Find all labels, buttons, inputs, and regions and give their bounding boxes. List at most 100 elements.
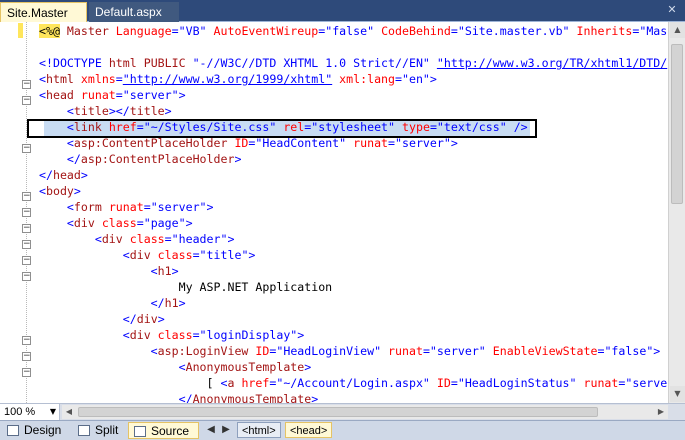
- code-token: xml:lang: [339, 72, 396, 86]
- breadcrumb-head[interactable]: <head>: [285, 422, 332, 438]
- scroll-down-icon[interactable]: ▼: [670, 386, 685, 402]
- source-view-button[interactable]: Source: [128, 422, 199, 439]
- code-token: ID: [234, 136, 249, 150]
- code-token: >: [171, 264, 179, 278]
- horizontal-scrollbar[interactable]: ◀ ▶: [62, 405, 668, 419]
- code-line[interactable]: <div class="loginDisplay">: [39, 327, 305, 343]
- code-token: ="server">: [143, 200, 214, 214]
- code-token: body: [45, 184, 74, 198]
- code-token: <: [39, 216, 74, 230]
- code-line[interactable]: <html xmlns="http://www.w3.org/1999/xhtm…: [39, 71, 437, 87]
- vertical-scrollbar[interactable]: ▲ ▼: [668, 22, 685, 403]
- code-token: ="~/Styles/Site.css": [136, 120, 284, 134]
- code-line[interactable]: <h1>: [39, 263, 179, 279]
- vertical-scroll-thumb[interactable]: [671, 44, 683, 204]
- code-line[interactable]: <!DOCTYPE html PUBLIC "-//W3C//DTD XHTML…: [39, 55, 667, 71]
- code-line[interactable]: <title></title>: [39, 103, 172, 119]
- scroll-left-icon[interactable]: ◀: [62, 405, 76, 419]
- close-icon[interactable]: ✕: [665, 3, 679, 17]
- code-line[interactable]: </div>: [39, 311, 165, 327]
- code-token: <: [39, 200, 74, 214]
- code-token: <!DOCTYPE: [39, 56, 109, 70]
- code-token: class: [157, 248, 193, 262]
- code-editor[interactable]: − − − − − − − − − − − − <%@ Master Langu…: [0, 22, 668, 403]
- code-token: asp:ContentPlaceHolder: [80, 152, 235, 166]
- collapse-body-icon[interactable]: −: [22, 192, 31, 201]
- tab-default-aspx[interactable]: Default.aspx: [89, 2, 179, 22]
- code-token: >: [234, 152, 242, 166]
- collapse-loginview-icon[interactable]: −: [22, 352, 31, 361]
- zoom-dropdown[interactable]: 100 % ▼: [0, 404, 60, 420]
- code-token: asp:LoginView: [157, 344, 256, 358]
- code-line[interactable]: <asp:LoginView ID="HeadLoginView" runat=…: [39, 343, 661, 359]
- code-line[interactable]: <div class="page">: [39, 215, 193, 231]
- collapse-div-page-icon[interactable]: −: [22, 224, 31, 233]
- code-line[interactable]: </head>: [39, 167, 88, 183]
- collapse-html-icon[interactable]: −: [22, 80, 31, 89]
- document-tab-bar: Site.Master Default.aspx ✕: [0, 0, 685, 22]
- code-token: ="HeadLoginView": [269, 344, 389, 358]
- collapse-div-title-icon[interactable]: −: [22, 256, 31, 265]
- code-token: href: [108, 120, 137, 134]
- collapse-h1-icon[interactable]: −: [22, 272, 31, 281]
- collapse-anonymoustemplate-icon[interactable]: −: [22, 368, 31, 377]
- horizontal-bar: 100 % ▼ ◀ ▶: [0, 403, 685, 420]
- code-token: EnableViewState: [492, 344, 598, 358]
- code-line[interactable]: <body>: [39, 183, 81, 199]
- design-view-button[interactable]: Design: [2, 422, 62, 439]
- breadcrumb-html[interactable]: <html>: [237, 422, 281, 438]
- code-line[interactable]: <form runat="server">: [39, 199, 214, 215]
- collapse-contentplaceholder-icon[interactable]: −: [22, 144, 31, 153]
- code-token: My ASP.NET Application: [39, 280, 333, 294]
- code-token: head: [45, 88, 81, 102]
- code-token: div: [129, 248, 158, 262]
- code-token: Language: [115, 24, 172, 38]
- horizontal-scroll-thumb[interactable]: [78, 407, 598, 417]
- code-token: div: [101, 232, 130, 246]
- code-token: Master: [59, 24, 116, 38]
- code-token: xmlns: [80, 72, 116, 86]
- source-view-label: Source: [151, 424, 190, 438]
- code-token: class: [101, 216, 137, 230]
- code-line[interactable]: <div class="title">: [39, 247, 256, 263]
- chevron-down-icon: ▼: [49, 407, 56, 416]
- collapse-div-header-icon[interactable]: −: [22, 240, 31, 249]
- nav-forward-icon[interactable]: ▶: [219, 422, 233, 438]
- code-token: >: [178, 296, 186, 310]
- split-view-button[interactable]: Split: [73, 422, 129, 439]
- nav-back-icon[interactable]: ◀: [204, 422, 218, 438]
- code-line[interactable]: <div class="header">: [39, 231, 235, 247]
- code-token: html: [45, 72, 81, 86]
- code-token: ="page">: [136, 216, 193, 230]
- code-line[interactable]: <asp:ContentPlaceHolder ID="HeadContent"…: [39, 135, 458, 151]
- scroll-up-icon[interactable]: ▲: [670, 22, 685, 38]
- code-token: ="Site.master.vb": [450, 24, 577, 38]
- code-token: a: [227, 376, 242, 390]
- collapse-form-icon[interactable]: −: [22, 208, 31, 217]
- vs-editor-window: Site.Master Default.aspx ✕ − − − − − − −…: [0, 0, 685, 440]
- code-token: <: [39, 136, 74, 150]
- code-token: <%@: [39, 24, 60, 38]
- code-line[interactable]: <head runat="server">: [39, 87, 186, 103]
- code-line[interactable]: </AnonymousTemplate>: [39, 391, 319, 403]
- code-line[interactable]: </h1>: [39, 295, 186, 311]
- code-line[interactable]: [ <a href="~/Account/Login.aspx" ID="Hea…: [39, 375, 668, 391]
- code-token: div: [73, 216, 102, 230]
- code-line[interactable]: </asp:ContentPlaceHolder>: [39, 151, 242, 167]
- code-token: form: [73, 200, 109, 214]
- tab-site-master[interactable]: Site.Master: [0, 2, 87, 22]
- code-line[interactable]: <%@ Master Language="VB" AutoEventWireup…: [39, 23, 667, 39]
- code-line[interactable]: My ASP.NET Application: [39, 279, 333, 295]
- collapse-head-icon[interactable]: −: [22, 96, 31, 105]
- code-line[interactable]: <AnonymousTemplate>: [39, 359, 312, 375]
- code-token: >: [304, 360, 312, 374]
- scroll-right-icon[interactable]: ▶: [654, 405, 668, 419]
- zoom-value: 100 %: [4, 406, 36, 418]
- code-line[interactable]: <link href="~/Styles/Site.css" rel="styl…: [39, 119, 528, 135]
- collapse-logindisplay-icon[interactable]: −: [22, 336, 31, 345]
- code-token: >: [311, 392, 319, 403]
- split-view-icon: [78, 425, 90, 436]
- code-token: <: [39, 264, 158, 278]
- code-token: ="loginDisplay">: [192, 328, 305, 342]
- code-token: Inherits: [576, 24, 633, 38]
